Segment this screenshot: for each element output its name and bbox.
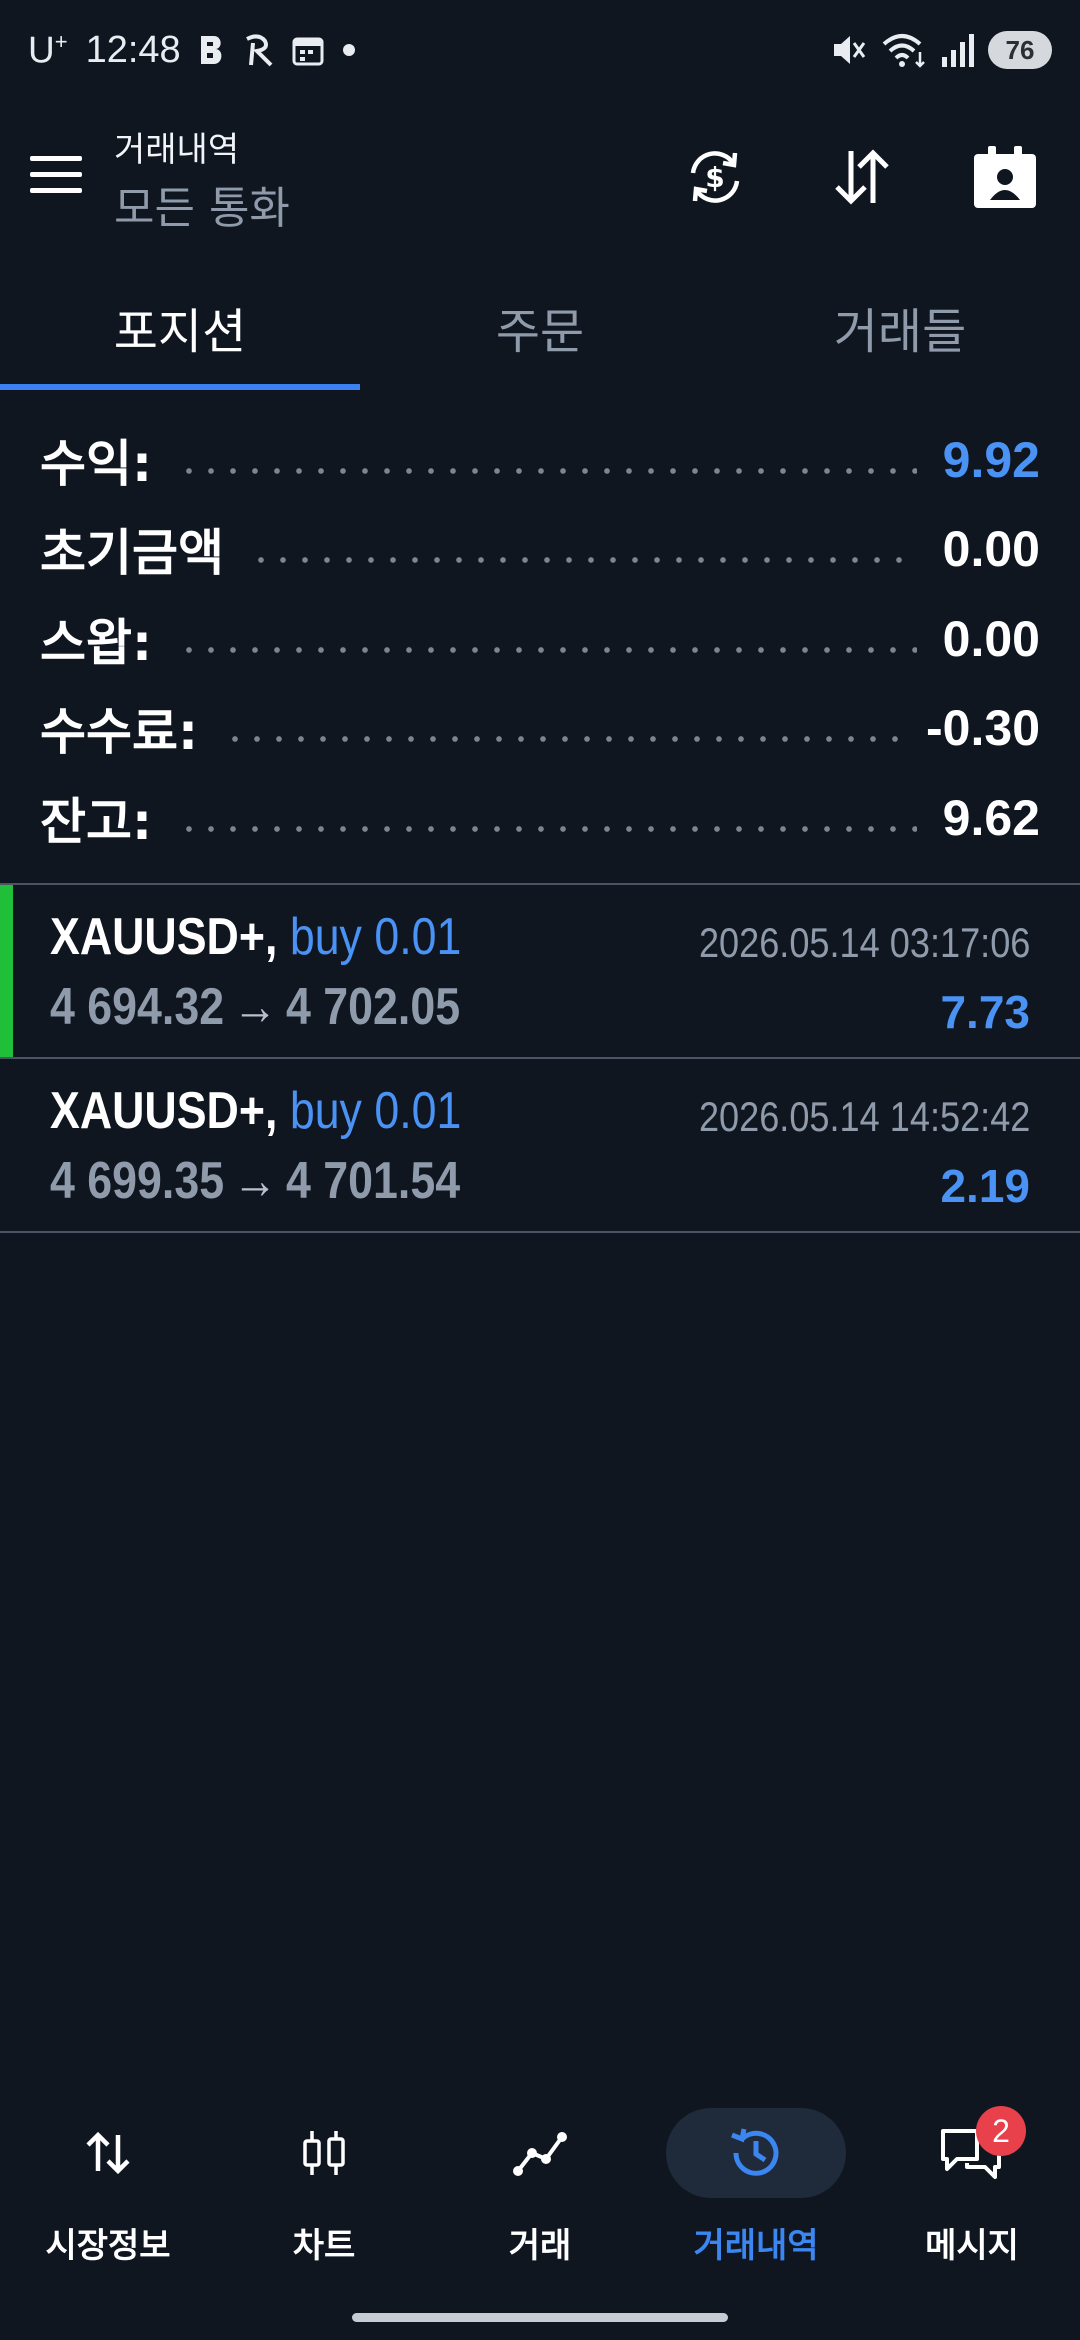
summary-row-commission: 수수료: -0.30 [40,684,1040,774]
menu-bar [30,156,82,161]
summary-row-deposit: 초기금액 0.00 [40,505,1040,595]
deal-symbol: XAUUSD+, [50,908,278,966]
nav-label: 메시지 [925,2226,1019,2266]
currency-exchange-icon: $ [690,151,740,203]
wifi-icon [882,34,925,68]
menu-button[interactable] [28,150,84,200]
list-item[interactable]: XAUUSD+, buy 0.01 2026.05.14 14:52:42 4 … [0,1059,1080,1233]
deal-time: 2026.05.14 14:52:42 [698,1093,1030,1140]
nav-icon-container [882,2108,1062,2198]
account-button[interactable] [970,142,1040,212]
currency-exchange-button[interactable]: $ [680,142,750,212]
nav-icon-container [18,2108,198,2198]
sort-button[interactable] [826,142,896,212]
nav-chart[interactable]: 차트 [216,2100,432,2280]
leader-dots [178,467,917,474]
leader-dots [178,825,917,832]
calendar-icon [292,37,324,66]
deal-prices: 4 699.35 → 4 701.54 [50,1151,460,1211]
nav-icon-container [234,2108,414,2198]
nav-messages[interactable]: 2 메시지 [864,2100,1080,2280]
unread-badge: 2 [976,2106,1026,2156]
leader-dots [250,557,917,564]
signal-icon [942,34,974,67]
summary-panel: 수익: 9.92 초기금액 0.00 스왑: 0.00 수수료: -0.30 잔… [0,415,1080,863]
summary-label: 수익: [40,434,152,493]
sort-arrows-icon [835,149,889,205]
summary-label: 스왑: [40,613,152,672]
nav-label: 차트 [292,2226,356,2266]
nav-label: 거래 [508,2226,572,2266]
mute-icon [834,36,866,64]
svg-text:$: $ [705,161,724,194]
summary-label: 초기금액 [40,524,224,583]
quotes-arrows-icon [86,2131,130,2175]
deal-profit: 7.73 [940,986,1030,1038]
history-tabs: 포지션 주문 거래들 [0,270,1080,390]
summary-value: 0.00 [942,610,1040,667]
nav-quotes[interactable]: 시장정보 [0,2100,216,2280]
battery-indicator: 76 [988,31,1052,69]
status-right: 76 [830,30,1052,70]
deal-prices: 4 694.32 → 4 702.05 [50,977,460,1037]
summary-value: -0.30 [926,700,1040,757]
deal-type: buy 0.01 [289,908,462,966]
nav-history[interactable]: 거래내역 [648,2100,864,2280]
page-title: 거래내역 [114,130,240,170]
tab-positions[interactable]: 포지션 [0,270,360,390]
history-icon [731,2128,779,2176]
open-price: 4 694.32 [50,978,225,1036]
tab-deals[interactable]: 거래들 [720,270,1080,390]
arrow-right-icon: → [232,1152,278,1210]
currency-filter-selector[interactable]: 모든 통화 [114,172,290,236]
trade-line-icon [513,2132,567,2176]
nav-icon-container [666,2108,846,2198]
candlestick-icon [303,2131,345,2175]
status-left: U+ 12:48 [28,29,359,72]
summary-value: 9.62 [942,789,1040,846]
summary-row-balance: 잔고: 9.62 [40,773,1040,863]
deal-title: XAUUSD+, buy 0.01 [50,907,461,967]
tab-orders[interactable]: 주문 [360,270,720,390]
summary-value: 9.92 [942,431,1040,488]
notification-dot-icon [342,44,355,56]
summary-row-swap: 스왑: 0.00 [40,594,1040,684]
summary-value: 0.00 [942,521,1040,578]
deal-profit: 2.19 [940,1160,1030,1212]
deal-title: XAUUSD+, buy 0.01 [50,1081,461,1141]
nav-label: 거래내역 [693,2226,819,2266]
nav-label: 시장정보 [45,2226,171,2266]
account-badge-icon [974,146,1036,208]
deal-symbol: XAUUSD+, [50,1082,278,1140]
close-price: 4 701.54 [286,1152,461,1210]
summary-row-profit: 수익: 9.92 [40,415,1040,505]
clock: 12:48 [85,28,181,71]
app-header: 거래내역 모든 통화 $ [0,110,1080,240]
list-item[interactable]: XAUUSD+, buy 0.01 2026.05.14 03:17:06 4 … [0,885,1080,1059]
bottom-navigation: 시장정보 차트 거래 거래내역 2 메시지 [0,2100,1080,2280]
close-price: 4 702.05 [286,978,461,1036]
carrier-label: U+ [28,28,68,71]
nav-icon-container [450,2108,630,2198]
leader-dots [178,646,917,653]
positions-list: XAUUSD+, buy 0.01 2026.05.14 03:17:06 4 … [0,883,1080,1233]
menu-bar [30,188,82,193]
r-app-icon [245,34,273,67]
deal-type: buy 0.01 [289,1082,462,1140]
summary-label: 잔고: [40,792,152,851]
menu-bar [30,172,82,177]
leader-dots [224,736,901,743]
status-bar: U+ 12:48 76 [0,0,1080,100]
deal-time: 2026.05.14 03:17:06 [698,919,1030,966]
home-indicator[interactable] [352,2313,728,2322]
open-price: 4 699.35 [50,1152,225,1210]
arrow-right-icon: → [232,978,278,1036]
nav-trade[interactable]: 거래 [432,2100,648,2280]
summary-label: 수수료: [40,703,198,762]
b-app-icon [200,36,222,64]
